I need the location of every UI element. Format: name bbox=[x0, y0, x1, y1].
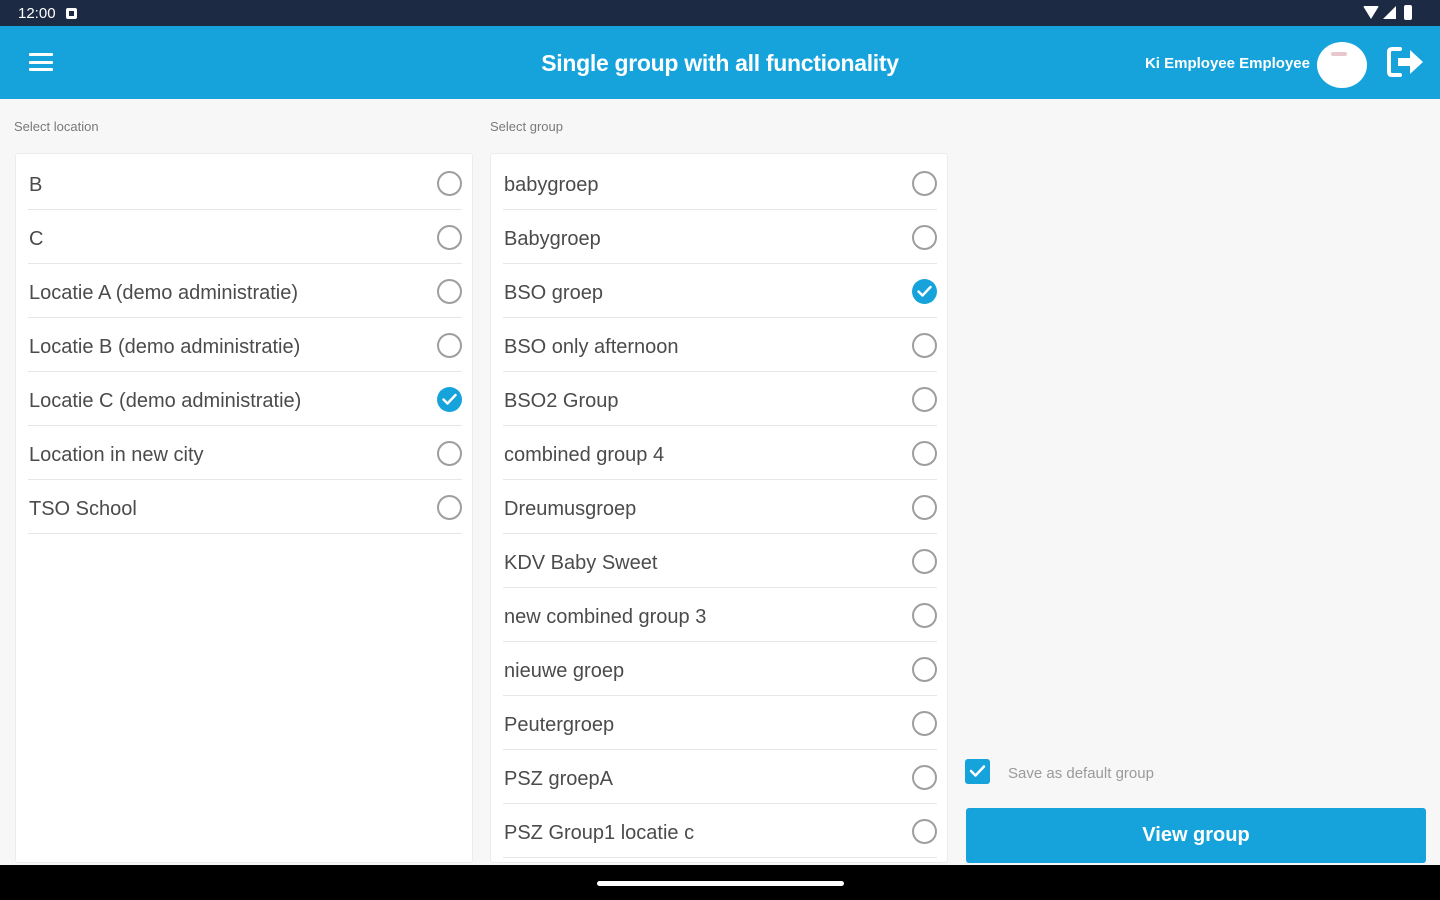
group-label: KDV Baby Sweet bbox=[504, 552, 658, 574]
radio-unchecked-icon[interactable] bbox=[437, 333, 462, 358]
group-row[interactable]: Dreumusgroep bbox=[503, 480, 937, 534]
view-group-button[interactable]: View group bbox=[966, 808, 1426, 863]
location-list: B C Locatie A (demo administratie) Locatie … bbox=[15, 153, 473, 863]
location-label: Locatie B (demo administratie) bbox=[29, 336, 301, 358]
app-bar: Single group with all functionality Ki E… bbox=[0, 26, 1440, 99]
user-name: Ki Employee Employee bbox=[1144, 55, 1310, 72]
group-row[interactable]: babygroep bbox=[503, 156, 937, 210]
save-default-checkbox[interactable] bbox=[965, 759, 990, 784]
radio-unchecked-icon[interactable] bbox=[912, 387, 937, 412]
location-row[interactable]: B bbox=[28, 156, 462, 210]
group-label: BSO2 Group bbox=[504, 390, 619, 412]
radio-unchecked-icon[interactable] bbox=[912, 819, 937, 844]
group-label: nieuwe groep bbox=[504, 660, 625, 682]
battery-icon bbox=[1404, 5, 1412, 20]
menu-icon[interactable] bbox=[29, 53, 53, 71]
group-label: BSO only afternoon bbox=[504, 336, 679, 358]
select-location-label: Select location bbox=[14, 119, 99, 134]
radio-unchecked-icon[interactable] bbox=[437, 441, 462, 466]
group-label: Dreumusgroep bbox=[504, 498, 637, 520]
radio-unchecked-icon[interactable] bbox=[912, 657, 937, 682]
group-label: BSO groep bbox=[504, 282, 603, 304]
group-row[interactable]: PSZ groepA bbox=[503, 750, 937, 804]
radio-unchecked-icon[interactable] bbox=[912, 549, 937, 574]
group-row[interactable]: PSZ Group1 locatie c bbox=[503, 804, 937, 858]
location-label: C bbox=[29, 228, 44, 250]
radio-checked-icon[interactable] bbox=[912, 279, 937, 304]
wifi-icon bbox=[1363, 6, 1379, 19]
group-row[interactable]: BSO only afternoon bbox=[503, 318, 937, 372]
location-label: B bbox=[29, 174, 43, 196]
radio-unchecked-icon[interactable] bbox=[912, 495, 937, 520]
radio-unchecked-icon[interactable] bbox=[912, 765, 937, 790]
group-label: babygroep bbox=[504, 174, 599, 196]
radio-unchecked-icon[interactable] bbox=[912, 711, 937, 736]
group-label: PSZ Group1 locatie c bbox=[504, 822, 695, 844]
location-row[interactable]: C bbox=[28, 210, 462, 264]
navigation-bar bbox=[0, 865, 1440, 900]
avatar[interactable] bbox=[1317, 42, 1367, 88]
location-row[interactable]: TSO School bbox=[28, 480, 462, 534]
notification-icon bbox=[66, 8, 77, 19]
location-row[interactable]: Locatie B (demo administratie) bbox=[28, 318, 462, 372]
group-list: babygroep Babygroep BSO groep BSO only afte… bbox=[490, 153, 948, 863]
radio-unchecked-icon[interactable] bbox=[912, 225, 937, 250]
radio-unchecked-icon[interactable] bbox=[912, 171, 937, 196]
group-label: Babygroep bbox=[504, 228, 601, 250]
group-row[interactable]: new combined group 3 bbox=[503, 588, 937, 642]
radio-unchecked-icon[interactable] bbox=[437, 225, 462, 250]
radio-unchecked-icon[interactable] bbox=[912, 333, 937, 358]
group-label: new combined group 3 bbox=[504, 606, 707, 628]
location-label: Locatie A (demo administratie) bbox=[29, 282, 299, 304]
location-row[interactable]: Location in new city bbox=[28, 426, 462, 480]
radio-unchecked-icon[interactable] bbox=[437, 495, 462, 520]
group-row[interactable]: KDV Baby Sweet bbox=[503, 534, 937, 588]
radio-checked-icon[interactable] bbox=[437, 387, 462, 412]
location-label: TSO School bbox=[29, 498, 137, 520]
group-row[interactable]: Peutergroep bbox=[503, 696, 937, 750]
radio-unchecked-icon[interactable] bbox=[437, 279, 462, 304]
radio-unchecked-icon[interactable] bbox=[912, 441, 937, 466]
status-time: 12:00 bbox=[18, 5, 56, 22]
signal-icon bbox=[1383, 6, 1396, 19]
group-label: combined group 4 bbox=[504, 444, 665, 466]
radio-unchecked-icon[interactable] bbox=[912, 603, 937, 628]
save-default-label: Save as default group bbox=[1008, 765, 1154, 782]
group-label: Peutergroep bbox=[504, 714, 615, 736]
group-row[interactable]: BSO2 Group bbox=[503, 372, 937, 426]
home-handle[interactable] bbox=[597, 881, 844, 886]
group-row[interactable]: combined group 4 bbox=[503, 426, 937, 480]
group-row[interactable]: nieuwe groep bbox=[503, 642, 937, 696]
group-row[interactable]: Babygroep bbox=[503, 210, 937, 264]
group-label: PSZ groepA bbox=[504, 768, 613, 790]
location-label: Location in new city bbox=[29, 444, 204, 466]
location-row[interactable]: Locatie A (demo administratie) bbox=[28, 264, 462, 318]
location-label: Locatie C (demo administratie) bbox=[29, 390, 302, 412]
radio-unchecked-icon[interactable] bbox=[437, 171, 462, 196]
location-row[interactable]: Locatie C (demo administratie) bbox=[28, 372, 462, 426]
select-group-label: Select group bbox=[490, 119, 563, 134]
group-row[interactable]: BSO groep bbox=[503, 264, 937, 318]
logout-icon[interactable] bbox=[1386, 46, 1426, 78]
status-icons bbox=[1363, 5, 1412, 20]
status-bar: 12:00 bbox=[0, 0, 1440, 26]
